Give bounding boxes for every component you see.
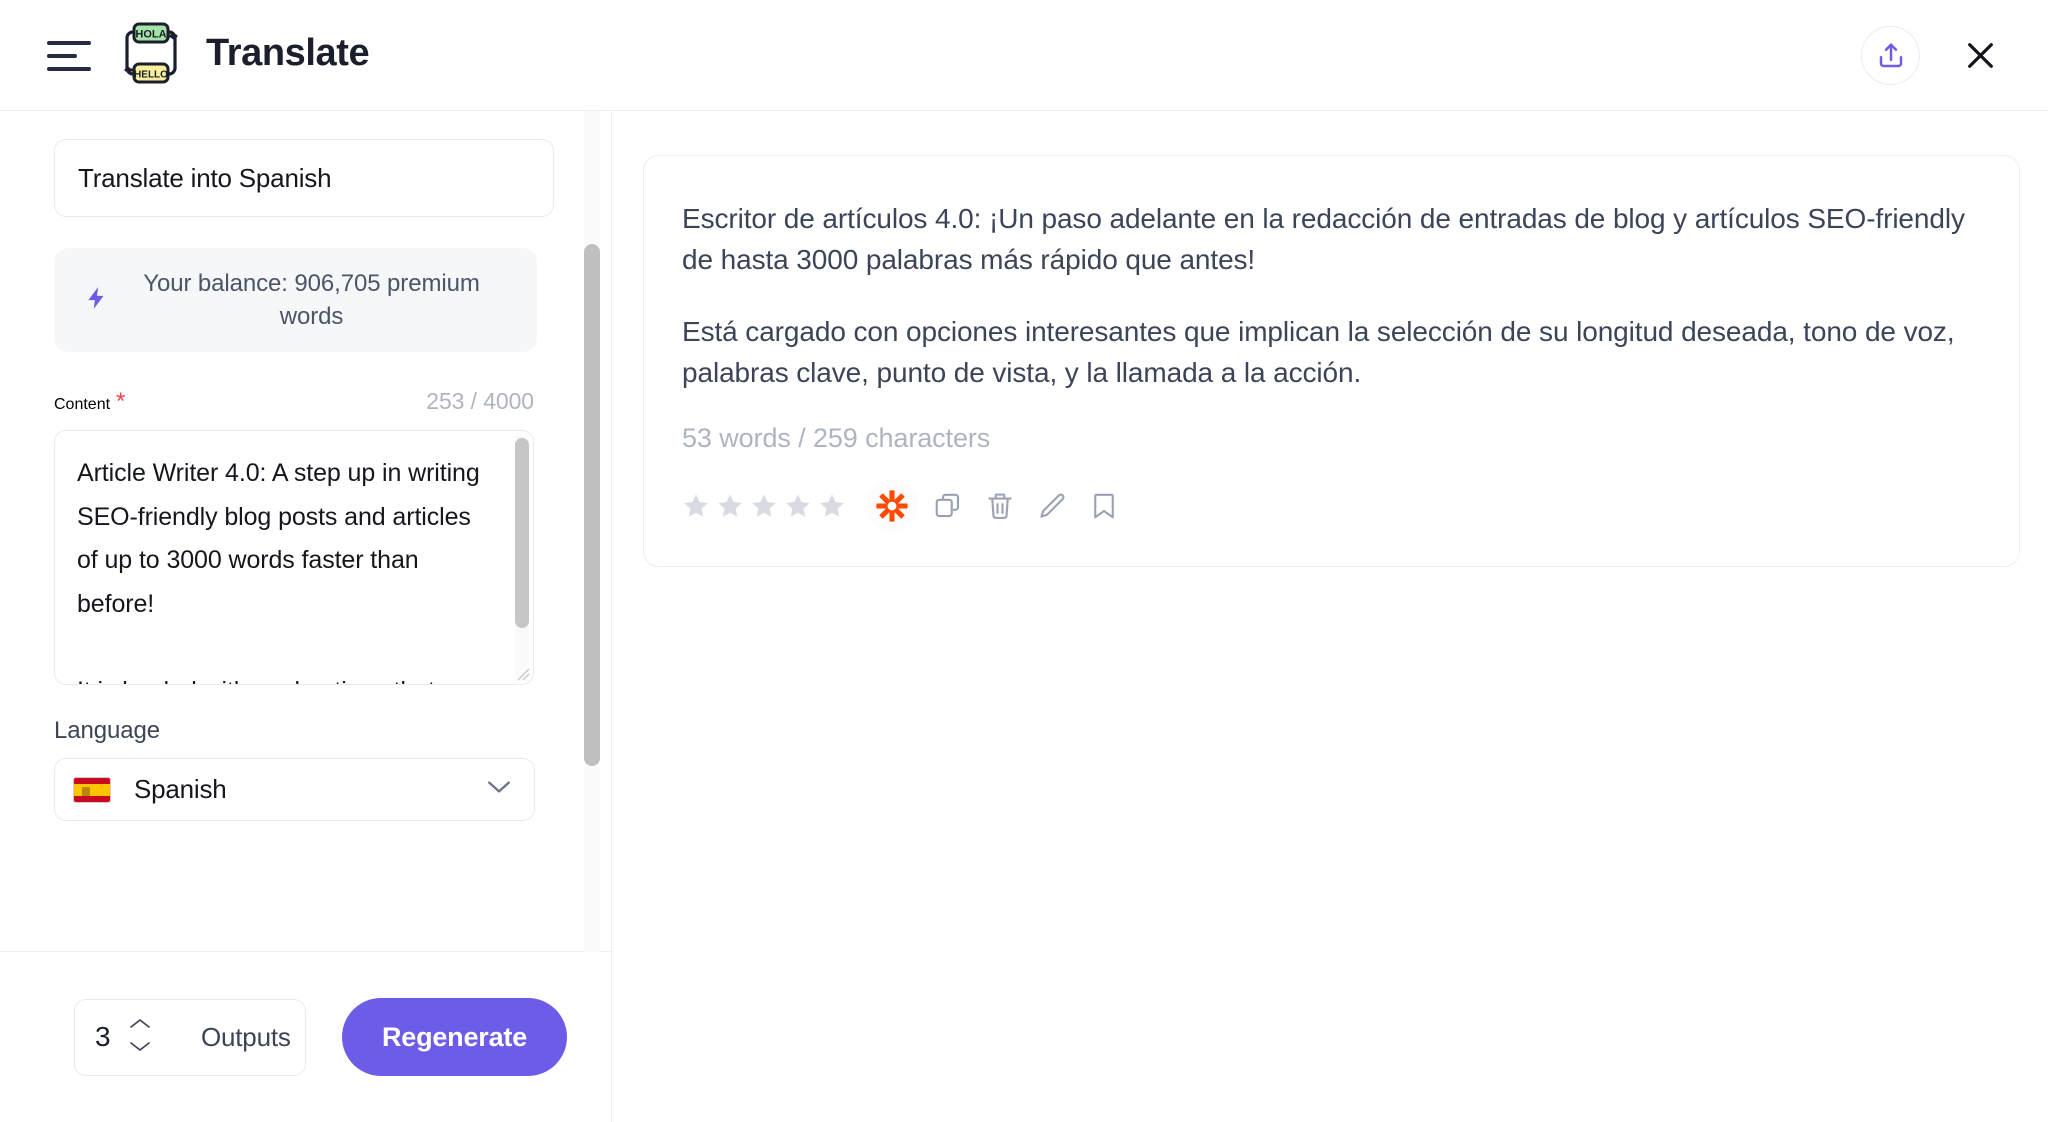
copy-icon[interactable] (924, 482, 972, 530)
outputs-value: 3 (95, 1021, 111, 1052)
star-icon[interactable] (716, 492, 744, 520)
content-textarea[interactable]: Article Writer 4.0: A step up in writing… (54, 430, 534, 685)
balance-card: Your balance: 906,705 premium words (54, 248, 537, 352)
body-area: Translate into Spanish Your balance: 906… (0, 111, 2048, 1122)
form-sidebar: Translate into Spanish Your balance: 906… (0, 111, 612, 1122)
output-word-count: 53 words / 259 characters (682, 422, 991, 453)
content-label-text: Content (54, 396, 111, 413)
bookmark-icon[interactable] (1080, 482, 1128, 530)
title-input[interactable]: Translate into Spanish (54, 139, 554, 217)
language-select[interactable]: Spanish (54, 758, 535, 821)
page-title: Translate (206, 32, 370, 74)
close-x-icon[interactable] (1954, 30, 2006, 82)
output-paragraph: Está cargado con opciones interesantes q… (682, 315, 1955, 389)
brand: HOLA HELLO Translate (118, 20, 370, 86)
stepper-arrows (129, 1017, 151, 1058)
chevron-down-icon[interactable] (129, 1040, 151, 1058)
content-label-row: Content * 253 / 4000 (54, 388, 534, 416)
star-icon[interactable] (784, 492, 812, 520)
star-icon[interactable] (682, 492, 710, 520)
outputs-stepper[interactable]: 3 Outputs (74, 998, 306, 1076)
spain-flag-icon (73, 776, 111, 803)
edit-pencil-icon[interactable] (1028, 482, 1076, 530)
language-label: Language (54, 717, 160, 744)
translate-logo-icon: HOLA HELLO (118, 20, 184, 86)
star-icon[interactable] (750, 492, 778, 520)
title-input-value: Translate into Spanish (78, 162, 332, 193)
regenerate-button[interactable]: Regenerate (342, 998, 567, 1076)
app-header: HOLA HELLO Translate (0, 0, 2048, 111)
chevron-up-icon[interactable] (129, 1017, 151, 1035)
svg-text:HOLA: HOLA (135, 29, 166, 41)
sidebar-scroll-region: Translate into Spanish Your balance: 906… (0, 111, 612, 952)
hamburger-line (47, 67, 91, 71)
share-upload-icon[interactable] (1861, 26, 1920, 85)
content-label: Content * (54, 388, 125, 416)
rating-stars[interactable] (682, 492, 846, 520)
svg-text:HELLO: HELLO (134, 70, 168, 81)
output-actions (682, 479, 1973, 532)
textarea-scrollbar-thumb[interactable] (515, 438, 529, 628)
hamburger-menu-icon[interactable] (47, 40, 95, 72)
star-icon[interactable] (818, 492, 846, 520)
character-counter: 253 / 4000 (426, 388, 534, 414)
output-panel: Escritor de artículos 4.0: ¡Un paso adel… (613, 111, 2048, 1122)
textarea-resize-handle[interactable] (514, 665, 530, 681)
content-textarea-value: Article Writer 4.0: A step up in writing… (77, 459, 480, 684)
hamburger-line (47, 41, 91, 45)
output-card: Escritor de artículos 4.0: ¡Un paso adel… (643, 155, 2020, 567)
balance-text: Your balance: 906,705 premium words (143, 269, 480, 330)
sidebar-scrollbar-thumb[interactable] (584, 244, 600, 766)
hamburger-line (47, 54, 77, 58)
sidebar-footer: 3 Outputs Regenerate (0, 952, 611, 1122)
outputs-label: Outputs (201, 1021, 291, 1052)
delete-trash-icon[interactable] (976, 482, 1024, 530)
lightning-bolt-icon (84, 282, 110, 319)
output-paragraph: Escritor de artículos 4.0: ¡Un paso adel… (682, 203, 1965, 276)
required-asterisk: * (116, 388, 126, 415)
language-selected-value: Spanish (134, 774, 227, 804)
header-actions (1861, 26, 2006, 85)
zapier-asterisk-icon[interactable] (866, 479, 918, 532)
chevron-down-icon (486, 779, 512, 800)
